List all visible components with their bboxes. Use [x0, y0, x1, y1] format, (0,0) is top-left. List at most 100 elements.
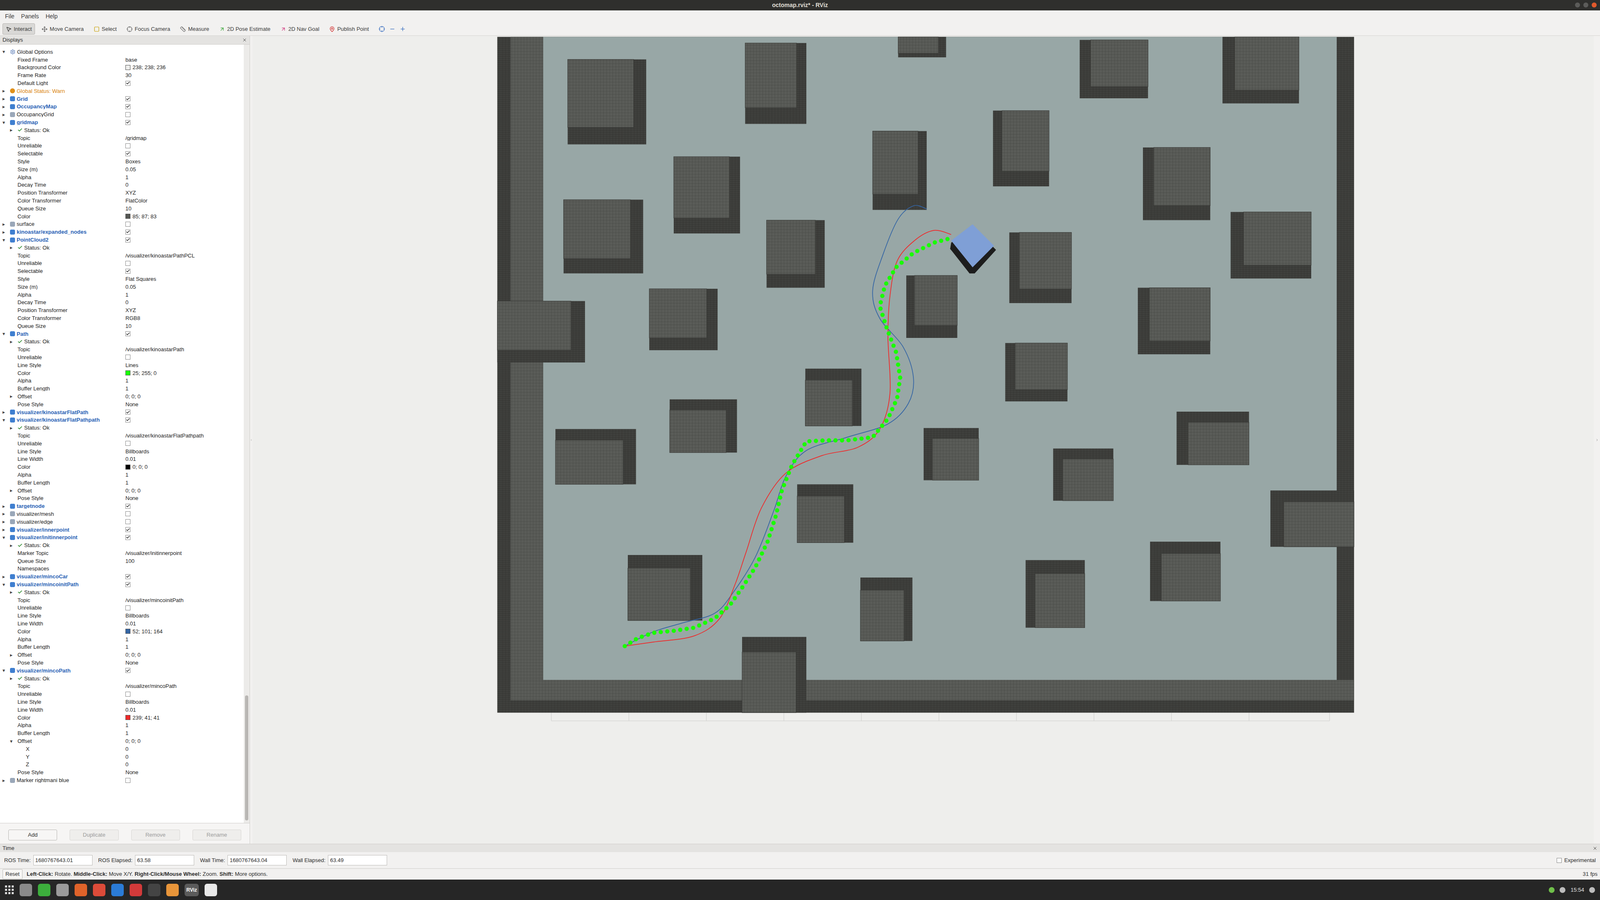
tree-row[interactable]: Default Light: [0, 79, 244, 88]
tree-row[interactable]: Alpha1: [0, 721, 244, 730]
tree-row[interactable]: ▸Grid: [0, 95, 244, 103]
property-value[interactable]: /visualizer/mincoinitPath: [125, 597, 244, 603]
expander[interactable]: ▸: [2, 229, 9, 235]
tree-row[interactable]: ▾gridmap: [0, 118, 244, 127]
expander[interactable]: ▸: [2, 527, 9, 533]
expander[interactable]: ▸: [2, 104, 9, 110]
tree-row[interactable]: Alpha1: [0, 470, 244, 479]
property-value[interactable]: 0.05: [125, 166, 244, 173]
tray-icon[interactable]: [1548, 887, 1555, 893]
property-value[interactable]: 52; 101; 164: [125, 628, 244, 635]
tree-row[interactable]: Unreliable: [0, 439, 244, 448]
tree-row[interactable]: ▸Marker rightmani blue: [0, 776, 244, 785]
tool-button[interactable]: Publish Point: [325, 23, 373, 35]
expander[interactable]: ▸: [10, 339, 16, 345]
display-action-button[interactable]: Add: [8, 829, 58, 841]
row-checkbox[interactable]: [125, 691, 131, 697]
tree-row[interactable]: ▸Offset0; 0; 0: [0, 392, 244, 401]
property-value[interactable]: XYZ: [125, 190, 244, 196]
tree-row[interactable]: Color25; 255; 0: [0, 369, 244, 378]
tree-row[interactable]: ▸surface: [0, 220, 244, 229]
tree-row[interactable]: Queue Size100: [0, 557, 244, 565]
tree-row[interactable]: ▾visualizer/mincoPath: [0, 666, 244, 675]
tool-button[interactable]: Interact: [2, 23, 35, 35]
property-value[interactable]: 1: [125, 174, 244, 180]
time-value[interactable]: 1680767643.04: [227, 855, 287, 866]
property-value[interactable]: /visualizer/kinoastarPathPCL: [125, 252, 244, 259]
tree-row[interactable]: ▾Global Options: [0, 47, 244, 56]
taskbar-app-icon[interactable]: [19, 883, 33, 897]
property-value[interactable]: 0: [125, 761, 244, 768]
display-action-button[interactable]: Rename: [192, 829, 242, 841]
tree-row[interactable]: ▸Offset0; 0; 0: [0, 486, 244, 495]
color-swatch[interactable]: [125, 370, 131, 376]
tree-row[interactable]: Line Width0.01: [0, 455, 244, 463]
taskbar-app-icon[interactable]: [37, 883, 51, 897]
property-value[interactable]: XYZ: [125, 307, 244, 313]
row-checkbox[interactable]: [125, 417, 131, 423]
row-checkbox[interactable]: [125, 260, 131, 266]
text-editor-icon[interactable]: [204, 883, 218, 897]
tree-row[interactable]: Line StyleLines: [0, 361, 244, 370]
property-value[interactable]: 1: [125, 377, 244, 384]
tree-row[interactable]: Unreliable: [0, 604, 244, 613]
tree-row[interactable]: ▸Status: Ok: [0, 126, 244, 135]
tree-row[interactable]: ▾visualizer/kinoastarFlatPathpath: [0, 415, 244, 424]
tree-row[interactable]: ▸visualizer/mincoCar: [0, 572, 244, 581]
close-icon[interactable]: [1592, 845, 1598, 851]
tree-row[interactable]: ▾visualizer/initinnerpoint: [0, 533, 244, 542]
menu-item[interactable]: Panels: [18, 12, 42, 21]
experimental-option[interactable]: Experimental: [1556, 856, 1596, 865]
expander[interactable]: ▸: [10, 245, 16, 250]
row-checkbox[interactable]: [125, 120, 131, 125]
expander[interactable]: ▸: [2, 88, 9, 94]
property-value[interactable]: [125, 331, 244, 337]
property-value[interactable]: 0; 0; 0: [125, 738, 244, 744]
row-checkbox[interactable]: [125, 667, 131, 673]
tool-button[interactable]: Select: [90, 23, 120, 35]
property-value[interactable]: [125, 519, 244, 525]
tree-row[interactable]: Buffer Length1: [0, 384, 244, 393]
tree-row[interactable]: Position TransformerXYZ: [0, 306, 244, 315]
property-value[interactable]: [125, 143, 244, 149]
expander[interactable]: ▸: [10, 542, 16, 548]
expander[interactable]: ▸: [2, 409, 9, 415]
display-action-button[interactable]: Duplicate: [69, 829, 119, 841]
tool-button[interactable]: 2D Pose Estimate: [215, 23, 274, 35]
property-value[interactable]: [125, 80, 244, 86]
tool-button[interactable]: Measure: [176, 23, 213, 35]
color-swatch[interactable]: [125, 464, 131, 470]
scrollbar-thumb[interactable]: [245, 695, 249, 821]
property-value[interactable]: 0; 0; 0: [125, 652, 244, 658]
expander[interactable]: ▾: [2, 417, 9, 423]
property-value[interactable]: 10: [125, 323, 244, 329]
tree-row[interactable]: Selectable: [0, 267, 244, 275]
tree-row[interactable]: ▸Status: Ok: [0, 674, 244, 683]
row-checkbox[interactable]: [125, 503, 131, 509]
property-value[interactable]: RGB8: [125, 315, 244, 321]
tree-row[interactable]: ▸Status: Ok: [0, 588, 244, 597]
tree-row[interactable]: Topic/visualizer/mincoinitPath: [0, 596, 244, 605]
row-checkbox[interactable]: [125, 268, 131, 274]
taskbar-app-icon[interactable]: [56, 883, 69, 897]
tree-row[interactable]: Buffer Length1: [0, 478, 244, 487]
expander[interactable]: ▸: [2, 511, 9, 517]
tree-row[interactable]: Unreliable: [0, 142, 244, 150]
tree-row[interactable]: Line StyleBillboards: [0, 447, 244, 456]
property-value[interactable]: None: [125, 495, 244, 501]
experimental-checkbox[interactable]: [1556, 857, 1562, 863]
tree-row[interactable]: Buffer Length1: [0, 729, 244, 738]
expander[interactable]: ▸: [2, 112, 9, 118]
expander[interactable]: ▸: [2, 503, 9, 509]
tree-row[interactable]: Color TransformerRGB8: [0, 314, 244, 323]
expander[interactable]: ▸: [10, 127, 16, 133]
render-viewport[interactable]: [252, 35, 1594, 844]
property-value[interactable]: [125, 527, 244, 533]
row-checkbox[interactable]: [125, 519, 131, 525]
tree-row[interactable]: Topic/visualizer/kinoastarFlatPathpath: [0, 431, 244, 440]
tree-row[interactable]: Alpha1: [0, 635, 244, 644]
row-checkbox[interactable]: [125, 354, 131, 360]
property-value[interactable]: 10: [125, 205, 244, 212]
tree-row[interactable]: Topic/visualizer/mincoPath: [0, 682, 244, 691]
tree-row[interactable]: ▸kinoastar/expanded_nodes: [0, 227, 244, 236]
